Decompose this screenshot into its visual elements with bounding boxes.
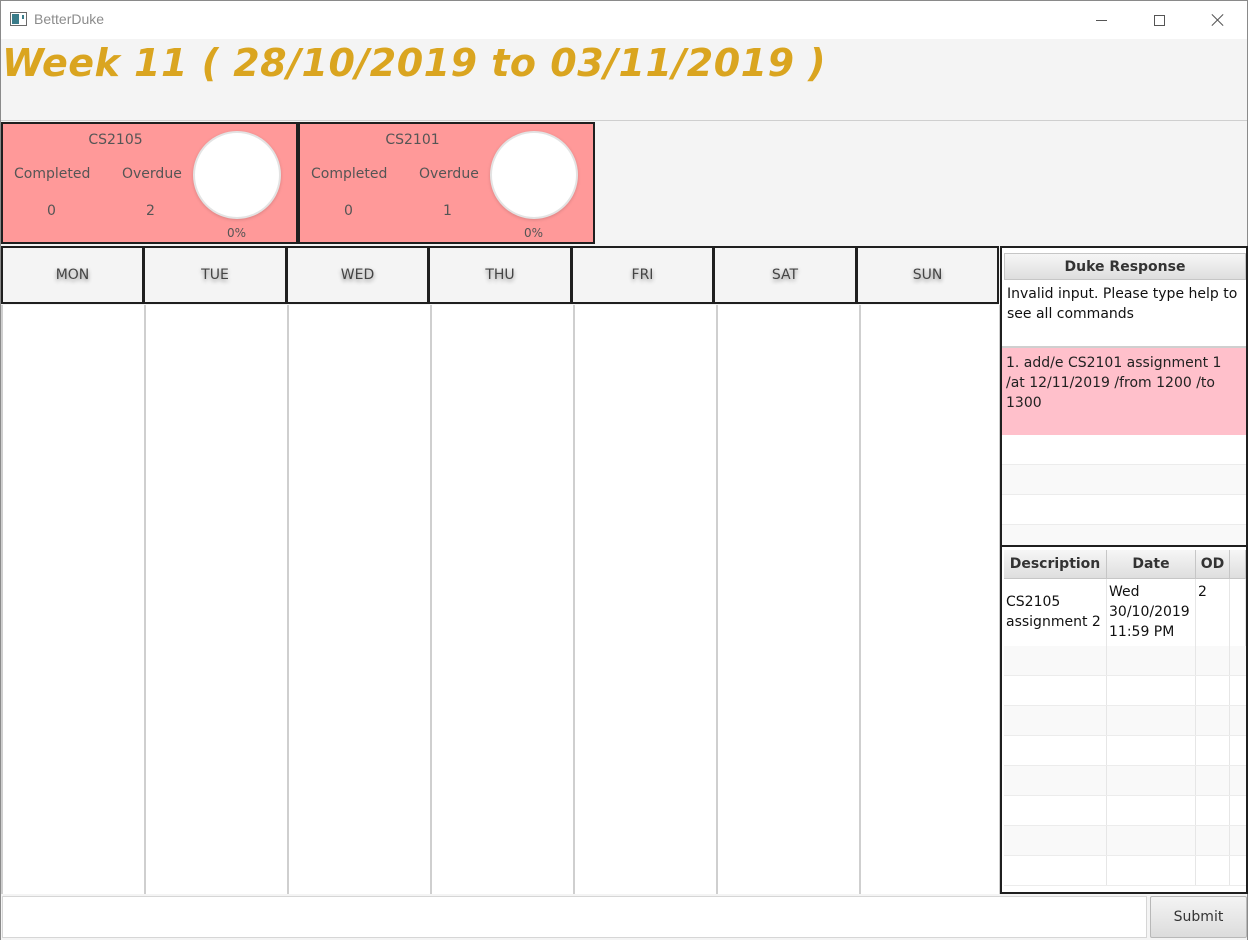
day-header-sat: SAT bbox=[713, 246, 857, 304]
day-header-sun: SUN bbox=[856, 246, 999, 304]
title-bar: BetterDuke bbox=[1, 1, 1247, 39]
module-card-cs2105: CS2105 Completed Overdue 0 2 0% bbox=[1, 122, 298, 244]
day-column-tue[interactable] bbox=[144, 305, 289, 894]
table-row bbox=[1004, 706, 1246, 736]
maximize-icon bbox=[1153, 14, 1165, 26]
task-date: Wed 30/10/2019 11:59 PM bbox=[1107, 579, 1196, 646]
table-header-row: Description Date OD bbox=[1004, 550, 1246, 579]
column-header-date[interactable]: Date bbox=[1107, 550, 1196, 579]
day-header-fri: FRI bbox=[571, 246, 714, 304]
module-code: CS2105 bbox=[88, 132, 143, 148]
day-header-mon: MON bbox=[1, 246, 144, 304]
maximize-button[interactable] bbox=[1130, 1, 1188, 39]
day-column-sun[interactable] bbox=[859, 305, 1001, 894]
column-header-filler bbox=[1230, 550, 1246, 579]
day-header-tue: TUE bbox=[143, 246, 287, 304]
column-header-od[interactable]: OD bbox=[1196, 550, 1230, 579]
list-item bbox=[1002, 495, 1246, 525]
table-row bbox=[1004, 676, 1246, 706]
day-header-thu: THU bbox=[428, 246, 572, 304]
column-header-description[interactable]: Description bbox=[1004, 550, 1107, 579]
header-divider bbox=[1, 120, 1247, 121]
module-code: CS2101 bbox=[385, 132, 440, 148]
list-item bbox=[1002, 465, 1246, 495]
row-filler bbox=[1230, 579, 1246, 646]
progress-pie-chart bbox=[193, 131, 281, 219]
completed-count: 0 bbox=[344, 203, 353, 219]
progress-pie-chart bbox=[490, 131, 578, 219]
week-title: Week 11 ( 28/10/2019 to 03/11/2019 ) bbox=[2, 41, 827, 85]
progress-percent: 0% bbox=[227, 226, 247, 240]
minimize-icon bbox=[1095, 19, 1107, 21]
submit-button[interactable]: Submit bbox=[1150, 896, 1247, 938]
command-bar: Submit bbox=[1, 894, 1247, 940]
day-column-wed[interactable] bbox=[287, 305, 432, 894]
table-row bbox=[1004, 646, 1246, 676]
progress-percent: 0% bbox=[524, 226, 544, 240]
command-history-item[interactable]: 1. add/e CS2101 assignment 1 /at 12/11/2… bbox=[1002, 348, 1246, 435]
day-column-fri[interactable] bbox=[573, 305, 718, 894]
day-column-thu[interactable] bbox=[430, 305, 575, 894]
completed-count: 0 bbox=[47, 203, 56, 219]
day-column-mon[interactable] bbox=[1, 305, 146, 894]
completed-label: Completed bbox=[14, 166, 91, 182]
window-title: BetterDuke bbox=[34, 11, 105, 27]
close-button[interactable] bbox=[1189, 1, 1247, 39]
app-window: BetterDuke Week 11 ( 28/10/2019 to 03/11… bbox=[0, 0, 1248, 940]
task-description: CS2105 assignment 2 bbox=[1004, 579, 1107, 646]
list-separator bbox=[1002, 545, 1246, 547]
close-icon bbox=[1211, 13, 1225, 27]
table-row bbox=[1004, 736, 1246, 766]
table-row[interactable]: CS2105 assignment 2 Wed 30/10/2019 11:59… bbox=[1004, 579, 1246, 646]
table-row bbox=[1004, 766, 1246, 796]
right-panel: Duke Response Invalid input. Please type… bbox=[1000, 246, 1248, 894]
command-input[interactable] bbox=[2, 896, 1147, 938]
duke-response-header: Duke Response bbox=[1004, 253, 1246, 280]
completed-label: Completed bbox=[311, 166, 388, 182]
table-row bbox=[1004, 856, 1246, 886]
overdue-count: 1 bbox=[443, 203, 452, 219]
command-history-list[interactable]: 1. add/e CS2101 assignment 1 /at 12/11/2… bbox=[1002, 348, 1246, 546]
table-row bbox=[1004, 826, 1246, 856]
day-column-sat[interactable] bbox=[716, 305, 861, 894]
task-overdue-days: 2 bbox=[1196, 579, 1230, 646]
overdue-task-table: Description Date OD CS2105 assignment 2 … bbox=[1004, 550, 1246, 894]
overdue-label: Overdue bbox=[122, 166, 182, 182]
table-row bbox=[1004, 796, 1246, 826]
overdue-label: Overdue bbox=[419, 166, 479, 182]
minimize-button[interactable] bbox=[1072, 1, 1130, 39]
list-item bbox=[1002, 525, 1246, 546]
module-card-cs2101: CS2101 Completed Overdue 0 1 0% bbox=[298, 122, 595, 244]
list-item bbox=[1002, 435, 1246, 465]
duke-response-text: Invalid input. Please type help to see a… bbox=[1007, 286, 1238, 322]
app-icon bbox=[10, 12, 27, 26]
overdue-count: 2 bbox=[146, 203, 155, 219]
day-header-wed: WED bbox=[286, 246, 429, 304]
